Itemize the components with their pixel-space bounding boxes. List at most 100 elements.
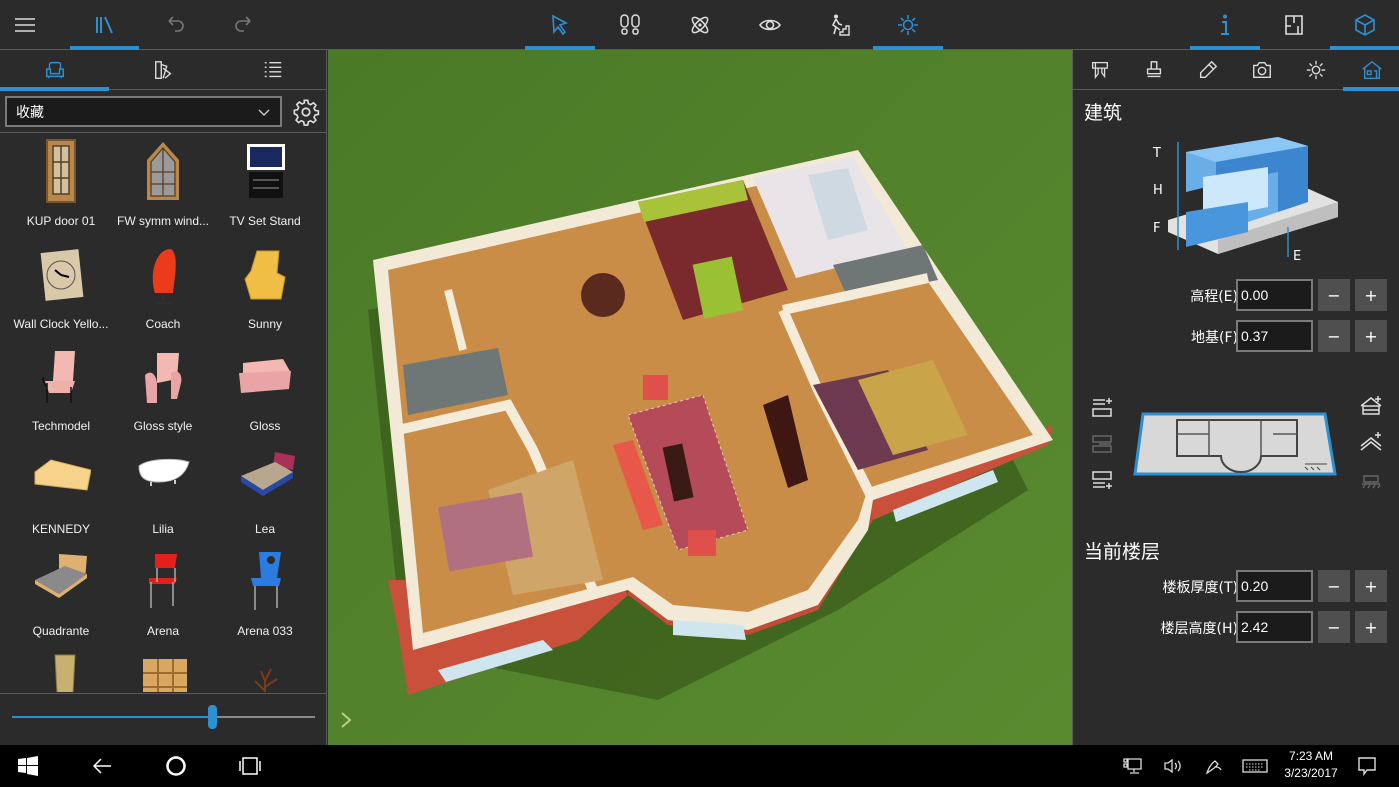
library-item[interactable]: Arena 033: [214, 544, 316, 644]
library-item[interactable]: Sunny: [214, 237, 316, 337]
item-thumbnail-chair-wood: [54, 654, 76, 692]
touch-keyboard-tray-button[interactable]: [1240, 745, 1270, 787]
library-item[interactable]: FW symm wind...: [112, 134, 214, 234]
select-tool-button[interactable]: [525, 0, 595, 50]
add-level-below-icon[interactable]: [1090, 468, 1114, 492]
undo-button[interactable]: [140, 0, 209, 50]
library-item-label: Wall Clock Yello...: [13, 316, 109, 331]
library-item-label: Lea: [254, 521, 276, 536]
tab-building[interactable]: [1343, 50, 1399, 91]
cube-3d-icon: [1354, 14, 1375, 36]
back-button[interactable]: [84, 745, 120, 787]
system-clock[interactable]: 7:23 AM 3/23/2017: [1276, 748, 1346, 782]
gear-icon[interactable]: [292, 98, 320, 126]
network-icon: [1123, 758, 1142, 774]
diagram-label-h: H: [1153, 183, 1163, 198]
library-item[interactable]: KENNEDY: [10, 442, 112, 542]
tab-furniture[interactable]: [0, 50, 109, 91]
tab-style[interactable]: [1127, 50, 1181, 90]
library-item[interactable]: Gloss style: [112, 339, 214, 439]
select-arrow-icon: [552, 14, 569, 36]
tab-list[interactable]: [218, 50, 327, 90]
category-dropdown[interactable]: 收藏: [5, 96, 282, 127]
item-thumbnail-bed-blue: [241, 451, 295, 496]
add-level-above-icon[interactable]: [1090, 396, 1114, 420]
item-thumbnail-armchair-yellow: [244, 250, 286, 299]
floor-height-decrement-button[interactable]: −: [1318, 611, 1350, 643]
network-tray-button[interactable]: [1120, 745, 1146, 787]
floor-height-input[interactable]: [1236, 611, 1313, 643]
library-panel: 收藏 KUP door 01 FW symm wind... TV Set Stan…: [0, 50, 327, 745]
library-item[interactable]: Arena: [112, 544, 214, 644]
library-item[interactable]: Lea: [214, 442, 316, 542]
lighting-button[interactable]: [873, 0, 943, 50]
floor-level-thumbnail[interactable]: [1133, 412, 1338, 477]
clock-time: 7:23 AM: [1288, 749, 1334, 763]
dining-table: [581, 273, 625, 317]
properties-panel: 建筑 T H F E 高程(E) − + 地基(F) − +: [1072, 50, 1399, 745]
slider-thumb[interactable]: [207, 705, 217, 729]
item-thumbnail-eggchair: [152, 248, 176, 304]
item-thumbnail-window: [147, 142, 179, 200]
volume-tray-button[interactable]: [1160, 745, 1186, 787]
foundation-input[interactable]: [1236, 320, 1313, 352]
tab-lighting[interactable]: [1289, 50, 1343, 90]
library-item[interactable]: Lilia: [112, 442, 214, 542]
library-item[interactable]: Techmodel: [10, 339, 112, 439]
add-roof-icon[interactable]: [1359, 394, 1383, 418]
info-button[interactable]: [1190, 0, 1260, 50]
foundation-decrement-button[interactable]: −: [1318, 320, 1350, 352]
elevation-input[interactable]: [1236, 279, 1313, 311]
tab-materials[interactable]: [109, 50, 218, 90]
slab-thickness-decrement-button[interactable]: −: [1318, 570, 1350, 602]
hamburger-menu-button[interactable]: [0, 0, 50, 50]
slab-thickness-increment-button[interactable]: +: [1355, 570, 1387, 602]
slab-thickness-input[interactable]: [1236, 570, 1313, 602]
task-view-button[interactable]: [232, 745, 268, 787]
item-thumbnail-chair-blue: [251, 552, 281, 610]
thumbnail-size-slider-area: [0, 693, 327, 745]
item-thumbnail-shelf: [143, 658, 187, 692]
action-center-button[interactable]: [1354, 745, 1380, 787]
cortana-button[interactable]: [158, 745, 194, 787]
tab-edit[interactable]: [1181, 50, 1235, 90]
elevation-decrement-button[interactable]: −: [1318, 279, 1350, 311]
item-thumbnail-armchair-pink: [145, 353, 182, 403]
library-item-label: Gloss style: [133, 419, 193, 433]
walk-mode-button[interactable]: [805, 0, 873, 50]
add-upper-level-icon[interactable]: [1359, 430, 1383, 454]
library-item[interactable]: Wall Clock Yello...: [10, 237, 112, 337]
floor-height-label: 楼层高度(H): [1160, 621, 1238, 637]
library-button[interactable]: [70, 0, 139, 50]
view-3d-button[interactable]: [1330, 0, 1399, 50]
foundation-increment-button[interactable]: +: [1355, 320, 1387, 352]
footprints-button[interactable]: [595, 0, 665, 50]
tab-dimensions[interactable]: [1073, 50, 1127, 90]
delete-level-icon[interactable]: [1090, 432, 1114, 456]
floorplan-2d-button[interactable]: [1260, 0, 1328, 50]
library-item[interactable]: Gloss: [214, 339, 316, 439]
item-thumbnail-bed-grey: [35, 554, 87, 598]
ground-level-icon[interactable]: [1359, 468, 1383, 492]
start-button[interactable]: [10, 745, 46, 787]
library-item[interactable]: Coach: [112, 237, 214, 337]
thumbnail-size-slider[interactable]: [12, 705, 315, 729]
pen-ink-tray-button[interactable]: [1201, 745, 1227, 787]
3d-house-scene: [328, 50, 1072, 745]
floor-height-increment-button[interactable]: +: [1355, 611, 1387, 643]
library-item[interactable]: [10, 647, 112, 692]
elevation-increment-button[interactable]: +: [1355, 279, 1387, 311]
library-item-label: Techmodel: [31, 419, 91, 433]
library-item[interactable]: [112, 647, 214, 692]
3d-viewport[interactable]: [328, 50, 1072, 745]
library-item[interactable]: KUP door 01: [10, 134, 112, 234]
library-item[interactable]: TV Set Stand: [214, 134, 316, 234]
view-button[interactable]: [735, 0, 805, 50]
building-dimensions-diagram: T H F E: [1152, 137, 1338, 264]
library-item[interactable]: [214, 647, 316, 692]
notification-icon: [1358, 757, 1376, 776]
physics-button[interactable]: [665, 0, 735, 50]
tab-camera[interactable]: [1235, 50, 1289, 90]
redo-button[interactable]: [209, 0, 278, 50]
library-item[interactable]: Quadrante: [10, 544, 112, 644]
